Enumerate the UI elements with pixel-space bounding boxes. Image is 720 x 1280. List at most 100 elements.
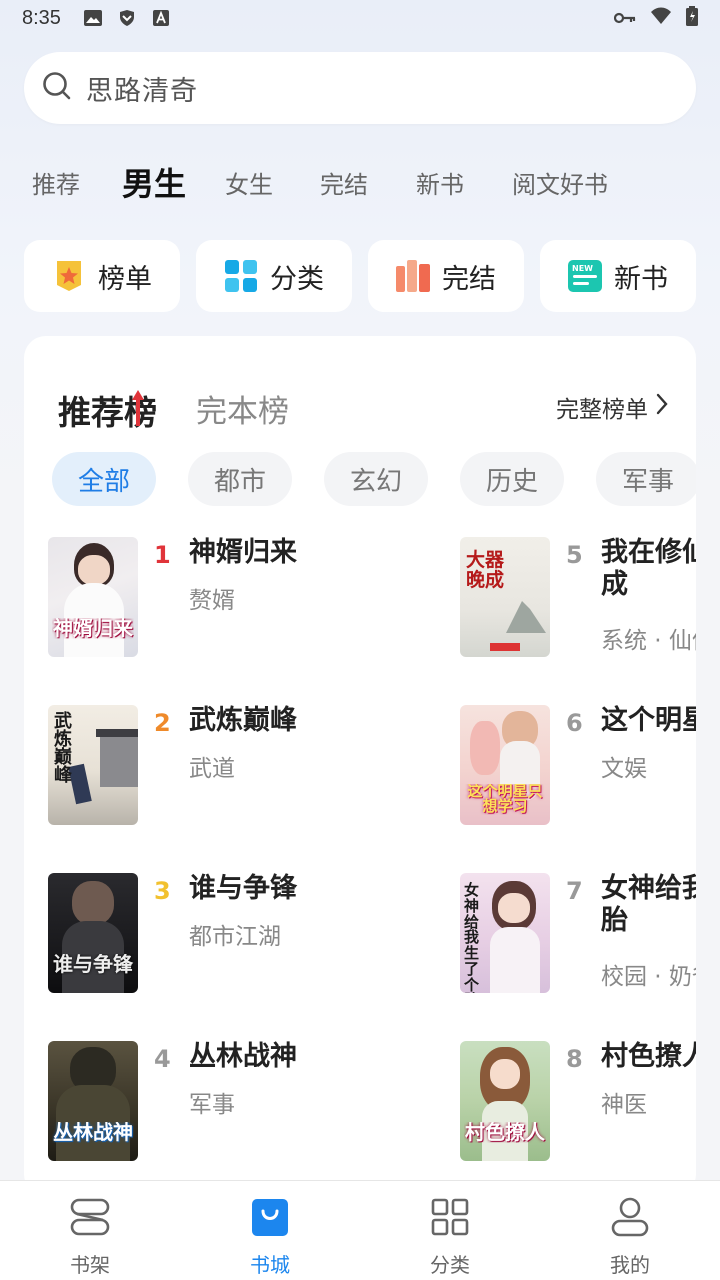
book-tag: 校园 · 奶爸: [601, 964, 696, 990]
quick-link-ranking[interactable]: 榜单: [24, 240, 180, 312]
nav-bookstore[interactable]: 书城: [180, 1181, 360, 1280]
book-title: 这个明星: [601, 705, 696, 736]
tab-recommend[interactable]: 推荐: [32, 150, 80, 214]
full-ranking-link[interactable]: 完整榜单: [556, 390, 668, 424]
book-item[interactable]: 这个明星只想学习 6 这个明星 文娱: [460, 705, 696, 829]
cover-title: 村色撩人: [465, 1122, 545, 1143]
book-item[interactable]: 武炼巅峰 2 武炼巅峰 武道: [48, 705, 448, 829]
cover-title: 神婿归来: [53, 618, 133, 639]
up-arrow-icon: [132, 390, 144, 430]
book-tag: 文娱: [601, 756, 647, 782]
nav-profile[interactable]: 我的: [540, 1181, 720, 1280]
quick-link-category[interactable]: 分类: [196, 240, 352, 312]
quick-link-label: 分类: [270, 263, 324, 295]
cover-title: 丛林战神: [53, 1122, 133, 1143]
search-icon: [42, 71, 72, 105]
book-title: 女神给我 胎: [601, 873, 696, 936]
search-bar[interactable]: 思路清奇: [24, 52, 696, 124]
rank-number: 6: [566, 709, 583, 737]
book-cover: 这个明星只想学习: [460, 705, 550, 825]
book-cover: 谁与争锋: [48, 873, 138, 993]
filter-chip-military[interactable]: 军事: [596, 452, 696, 506]
profile-icon: [608, 1195, 652, 1239]
search-placeholder: 思路清奇: [86, 75, 198, 107]
book-tag: 军事: [189, 1092, 235, 1118]
ranking-star-icon: [52, 259, 86, 293]
book-title: 村色撩人: [601, 1041, 696, 1072]
chevron-right-icon: [656, 393, 668, 421]
ranking-card: 推荐榜 完本榜 完整榜单 全部 都市 玄幻 历史 军事 神婿归来 1 神婿归来 …: [24, 336, 696, 1196]
book-tag: 神医: [601, 1092, 647, 1118]
tab-yuewen-good-books[interactable]: 阅文好书: [512, 150, 608, 214]
book-title: 丛林战神: [189, 1041, 297, 1072]
rank-number: 7: [566, 877, 583, 905]
filter-chip-history[interactable]: 历史: [460, 452, 564, 506]
cover-title: 谁与争锋: [53, 954, 133, 975]
book-title: 神婿归来: [189, 537, 297, 568]
font-a-icon: [151, 8, 171, 28]
filter-chip-all[interactable]: 全部: [52, 452, 156, 506]
quick-link-completed[interactable]: 完结: [368, 240, 524, 312]
svg-text:NEW: NEW: [572, 264, 593, 273]
nav-label: 书架: [70, 1253, 110, 1277]
rank-number: 4: [154, 1045, 171, 1073]
quick-link-label: 榜单: [98, 263, 152, 295]
book-cover: 女神给我生了个胎: [460, 873, 550, 993]
nav-label: 分类: [430, 1253, 470, 1277]
book-item[interactable]: 女神给我生了个胎 7 女神给我 胎 校园 · 奶爸: [460, 873, 696, 997]
category-grid-icon: [224, 259, 258, 293]
nav-label: 我的: [610, 1253, 650, 1277]
book-title: 武炼巅峰: [189, 705, 297, 736]
wifi-icon: [650, 7, 672, 30]
cover-title: 女神给我生了个胎: [464, 881, 480, 993]
book-tag: 赘婿: [189, 588, 235, 614]
category-grid-icon: [428, 1195, 472, 1239]
nav-category[interactable]: 分类: [360, 1181, 540, 1280]
book-cover: 神婿归来: [48, 537, 138, 657]
book-title: 谁与争锋: [189, 873, 297, 904]
book-item[interactable]: 大器晚成 5 我在修仙 成 系统 · 仙侠: [460, 537, 696, 661]
genre-filter-chips: 全部 都市 玄幻 历史 军事: [52, 452, 696, 506]
tab-new[interactable]: 新书: [416, 150, 464, 214]
key-icon: [613, 7, 636, 29]
book-cover: 村色撩人: [460, 1041, 550, 1161]
quick-link-new-book[interactable]: NEW 新书: [540, 240, 696, 312]
quick-link-label: 新书: [614, 263, 668, 295]
gallery-icon: [83, 8, 103, 28]
book-item[interactable]: 村色撩人 8 村色撩人 神医: [460, 1041, 696, 1165]
nav-label: 书城: [250, 1253, 290, 1277]
rank-number: 3: [154, 877, 171, 905]
tab-completed[interactable]: 完结: [320, 150, 368, 214]
book-title: 我在修仙 成: [601, 537, 696, 600]
quick-link-label: 完结: [442, 263, 496, 295]
completed-books-icon: [396, 259, 430, 293]
book-tag: 武道: [189, 756, 235, 782]
filter-chip-fantasy[interactable]: 玄幻: [324, 452, 428, 506]
cover-title: 大器晚成: [466, 549, 505, 591]
channel-tabs: 推荐 男生 女生 完结 新书 阅文好书: [0, 150, 720, 214]
rank-number: 2: [154, 709, 171, 737]
book-cover: 丛林战神: [48, 1041, 138, 1161]
battery-icon: [686, 5, 698, 31]
book-tag: 系统 · 仙侠: [601, 628, 696, 654]
nav-bookshelf[interactable]: 书架: [0, 1181, 180, 1280]
book-item[interactable]: 丛林战神 4 丛林战神 军事: [48, 1041, 448, 1165]
rank-number: 8: [566, 1045, 583, 1073]
book-cover: 大器晚成: [460, 537, 550, 657]
status-bar: 8:35: [0, 0, 720, 36]
tab-female[interactable]: 女生: [225, 150, 273, 214]
new-book-icon: NEW: [568, 259, 602, 293]
bookshelf-icon: [68, 1195, 112, 1239]
shield-icon: [117, 8, 137, 28]
book-item[interactable]: 谁与争锋 3 谁与争锋 都市江湖: [48, 873, 448, 997]
book-cover: 武炼巅峰: [48, 705, 138, 825]
status-time: 8:35: [22, 6, 61, 29]
book-tag: 都市江湖: [189, 924, 281, 950]
book-item[interactable]: 神婿归来 1 神婿归来 赘婿: [48, 537, 448, 661]
cover-title: 武炼巅峰: [54, 711, 72, 786]
cover-title: 这个明星只想学习: [467, 783, 543, 815]
tab-male[interactable]: 男生: [122, 150, 186, 214]
tab-completed-ranking[interactable]: 完本榜: [196, 386, 289, 431]
rank-number: 1: [154, 541, 171, 569]
filter-chip-urban[interactable]: 都市: [188, 452, 292, 506]
